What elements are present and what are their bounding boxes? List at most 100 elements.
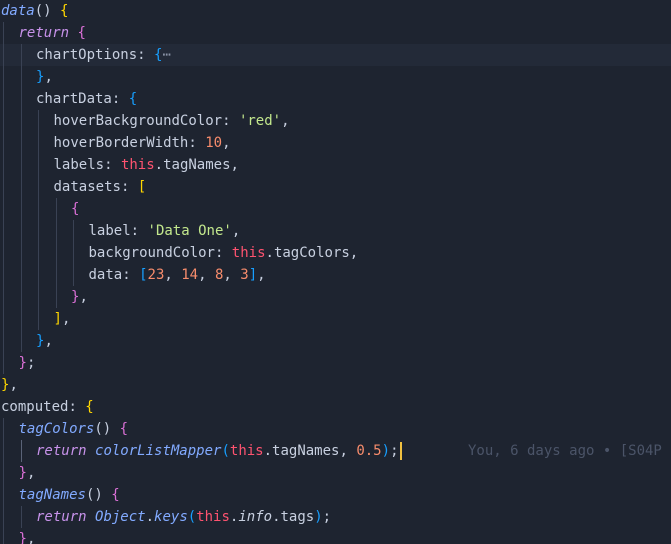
code-token: colorListMapper — [95, 443, 222, 459]
code-token: .tagNames, — [263, 443, 357, 459]
code-line[interactable]: }, — [0, 462, 671, 484]
text-cursor — [399, 442, 402, 460]
code-token: { — [119, 421, 129, 437]
code-line[interactable]: backgroundColor: this.tagColors, — [0, 242, 671, 264]
code-line[interactable]: }, — [0, 330, 671, 352]
code-token: Object — [95, 509, 146, 525]
code-line[interactable]: }, — [0, 66, 671, 88]
code-line[interactable]: }, — [0, 286, 671, 308]
code-token: , — [79, 289, 88, 305]
code-token: , — [231, 223, 241, 239]
git-blame-annotation: You, 6 days ago • [S04P — [468, 443, 662, 459]
code-token: return — [18, 25, 70, 41]
code-token: , — [44, 69, 53, 85]
code-line[interactable]: }; — [0, 352, 671, 374]
code-token: , — [26, 465, 36, 481]
code-text: computed: { — [1, 396, 94, 418]
code-token: () — [34, 3, 52, 19]
code-line[interactable]: }, — [0, 528, 671, 544]
code-text: }, — [36, 330, 53, 352]
code-token: 3 — [240, 267, 249, 283]
code-token: ; — [390, 443, 399, 459]
indent-guide — [3, 22, 4, 374]
code-line[interactable]: return { — [0, 22, 671, 44]
code-token: () — [94, 421, 120, 437]
code-token: datasets — [53, 179, 121, 195]
indent-guide — [20, 440, 22, 462]
code-token: 14 — [181, 267, 199, 283]
code-token: , — [281, 113, 290, 129]
code-token: : — [120, 179, 138, 195]
code-line[interactable]: tagNames() { — [0, 484, 671, 506]
code-token: 10 — [205, 135, 223, 151]
code-token: , — [222, 135, 231, 151]
code-token: { — [85, 399, 94, 415]
code-token: return — [36, 443, 87, 459]
code-token: : — [104, 157, 121, 173]
code-text: return Object.keys(this.info.tags); — [36, 506, 331, 528]
code-token: data — [1, 3, 35, 19]
code-token: , — [61, 311, 71, 327]
code-line[interactable]: return Object.keys(this.info.tags); — [0, 506, 671, 528]
code-text: chartOptions: {⋯ — [36, 44, 171, 66]
code-line[interactable]: hoverBorderWidth: 10, — [0, 132, 671, 154]
code-line[interactable]: label: 'Data One', — [0, 220, 671, 242]
code-token: , — [257, 267, 266, 283]
code-line[interactable]: data: [23, 14, 8, 3], — [0, 264, 671, 286]
code-token: this — [231, 245, 266, 261]
code-token: this — [196, 509, 230, 525]
code-token: 'Data One' — [147, 223, 232, 239]
code-line[interactable]: hoverBackgroundColor: 'red', — [0, 110, 671, 132]
code-token: : — [122, 267, 140, 283]
code-token: info — [238, 509, 273, 525]
code-text: }, — [36, 66, 53, 88]
code-line[interactable]: data() { — [0, 0, 671, 22]
code-line[interactable]: ], — [0, 308, 671, 330]
code-token: , — [223, 267, 241, 283]
code-token: backgroundColor — [88, 245, 215, 261]
code-token: : — [214, 245, 232, 261]
code-token: data — [88, 267, 123, 283]
code-line[interactable]: chartData: { — [0, 88, 671, 110]
code-token: hoverBorderWidth — [53, 135, 189, 151]
code-token: ) — [314, 509, 323, 525]
code-token: this — [229, 443, 264, 459]
code-line[interactable]: { — [0, 198, 671, 220]
code-text: }, — [1, 374, 18, 396]
code-line[interactable]: labels: this.tagNames, — [0, 154, 671, 176]
code-token: : — [222, 113, 239, 129]
code-token: () — [85, 487, 112, 503]
code-token: [ — [137, 179, 147, 195]
code-editor[interactable]: data() {return {chartOptions: {⋯}, chartD… — [0, 0, 671, 544]
code-text: tagNames() { — [19, 484, 120, 506]
code-text: chartData: { — [36, 88, 137, 110]
code-token: , — [9, 377, 18, 393]
code-text: ], — [54, 308, 71, 330]
code-token: , — [198, 267, 215, 283]
code-line[interactable]: }, — [0, 374, 671, 396]
code-token: .tagNames, — [154, 157, 239, 173]
indent-guide — [20, 506, 22, 528]
code-token: : — [68, 399, 86, 415]
code-line[interactable]: datasets: [ — [0, 176, 671, 198]
code-text: hoverBorderWidth: 10, — [54, 132, 231, 154]
code-line[interactable]: tagColors() { — [0, 418, 671, 440]
code-token: tagNames — [18, 487, 86, 503]
code-line[interactable]: return colorListMapper(this.tagNames, 0.… — [0, 440, 671, 462]
code-token: , — [44, 333, 53, 349]
code-line[interactable]: chartOptions: {⋯ — [0, 44, 671, 66]
code-line[interactable]: computed: { — [0, 396, 671, 418]
code-token: . — [145, 509, 155, 525]
code-text: return { — [19, 22, 86, 44]
code-text: return colorListMapper(this.tagNames, 0.… — [36, 440, 402, 462]
code-token: this — [120, 157, 155, 173]
code-text: }, — [19, 462, 36, 484]
code-text: labels: this.tagNames, — [54, 154, 239, 176]
code-token: { — [60, 3, 69, 19]
indent-guide — [3, 418, 4, 544]
code-token: { — [77, 25, 86, 41]
code-text: datasets: [ — [54, 176, 147, 198]
code-token: 'red' — [238, 113, 282, 129]
